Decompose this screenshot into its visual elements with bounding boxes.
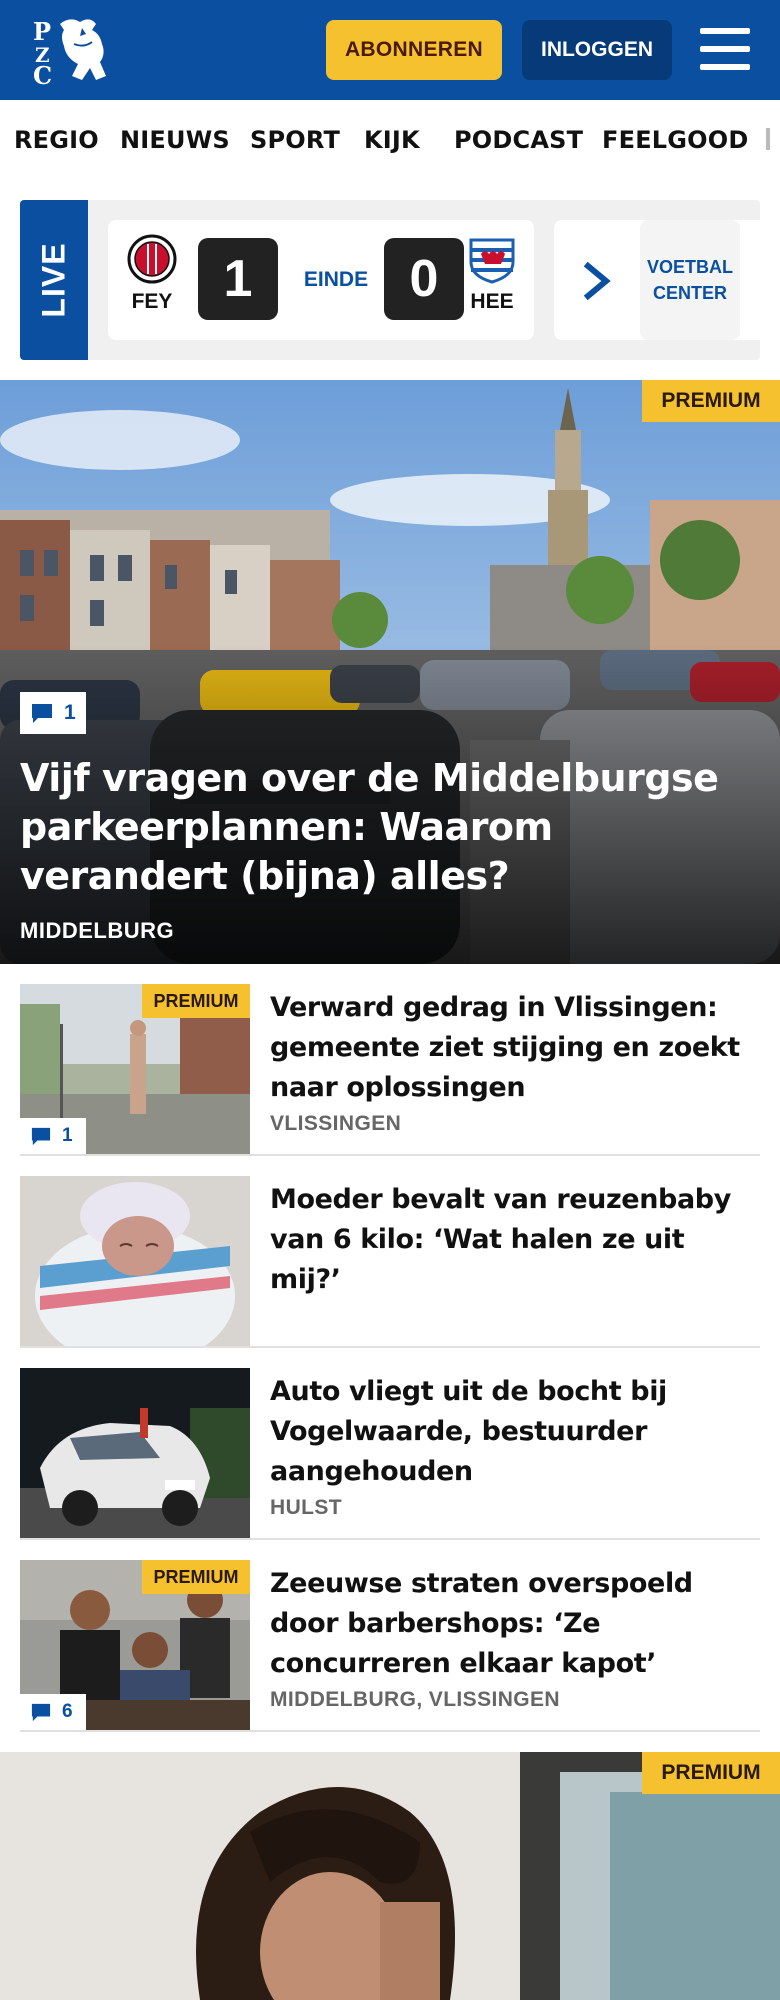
premium-badge: PREMIUM <box>642 1752 780 1794</box>
article-card[interactable]: PREMIUM 1 Verward gedrag in Vlissingen: … <box>20 984 760 1156</box>
article-title[interactable]: Moeder bevalt van reuzenbaby van 6 kilo:… <box>270 1180 760 1300</box>
away-score: 0 <box>384 238 464 320</box>
article-thumbnail <box>20 1368 250 1538</box>
match-status: EINDE <box>303 268 369 291</box>
premium-badge: PREMIUM <box>142 1560 250 1594</box>
hero-title[interactable]: Vijf vragen over de Middelburgse parkeer… <box>20 754 760 901</box>
hero-location: MIDDELBURG <box>20 918 175 943</box>
nav-item-kijk[interactable]: KIJK <box>364 126 420 154</box>
home-team: FEY <box>122 234 182 314</box>
login-button[interactable]: INLOGGEN <box>522 20 672 80</box>
comment-count[interactable]: 6 <box>20 1694 86 1730</box>
away-team-abbr: HEE <box>470 290 514 313</box>
section-nav: REGIO NIEUWS SPORT KIJK PODCAST FEELGOOD <box>0 100 780 182</box>
hamburger-icon[interactable] <box>700 26 752 72</box>
logo-letter-p: P <box>33 17 51 46</box>
pzc-logo[interactable]: P Z C <box>30 14 110 90</box>
live-label: LIVE <box>35 242 72 318</box>
article-card[interactable]: Moeder bevalt van reuzenbaby van 6 kilo:… <box>20 1176 760 1348</box>
heerenveen-crest-icon <box>467 234 517 284</box>
comment-count[interactable]: 1 <box>20 692 86 734</box>
voetbal-center-panel: VOETBAL CENTER <box>554 220 760 340</box>
premium-badge: PREMIUM <box>642 380 780 422</box>
subscribe-button[interactable]: ABONNEREN <box>326 20 502 80</box>
article-location: MIDDELBURG, VLISSINGEN <box>270 1688 560 1711</box>
nav-item-feelgood[interactable]: FEELGOOD <box>602 126 749 154</box>
nav-overflow-hint <box>766 128 770 150</box>
match-card[interactable]: FEY 1 EINDE 0 HEE <box>108 220 534 340</box>
chevron-right-icon[interactable] <box>582 262 614 300</box>
home-score: 1 <box>198 238 278 320</box>
feyenoord-crest-icon <box>127 234 177 284</box>
nav-item-sport[interactable]: SPORT <box>250 126 340 154</box>
home-team-abbr: FEY <box>131 290 173 313</box>
premium-badge: PREMIUM <box>142 984 250 1018</box>
comment-count-value: 1 <box>64 701 76 724</box>
logo-letter-c: C <box>33 61 52 86</box>
comment-count[interactable]: 1 <box>20 1118 86 1154</box>
article-title[interactable]: Auto vliegt uit de bocht bij Vogelwaarde… <box>270 1372 760 1492</box>
hero-article[interactable]: PREMIUM 1 Vijf vragen over de Middelburg… <box>0 380 780 964</box>
comment-icon <box>31 1127 51 1146</box>
live-score-widget: LIVE FEY 1 EINDE 0 HEE VOETBAL CENTER <box>20 200 760 360</box>
nav-item-nieuws[interactable]: NIEUWS <box>120 126 230 154</box>
comment-icon <box>32 704 52 723</box>
comment-count-value: 1 <box>62 1125 73 1146</box>
live-tag: LIVE <box>20 200 88 360</box>
article-card[interactable]: PREMIUM 6 Zeeuwse straten overspoeld doo… <box>20 1560 760 1732</box>
article-title[interactable]: Verward gedrag in Vlissingen: gemeente z… <box>270 988 760 1108</box>
site-header: P Z C ABONNEREN INLOGGEN <box>0 0 780 100</box>
nav-item-regio[interactable]: REGIO <box>14 126 99 154</box>
article-title[interactable]: Zeeuwse straten overspoeld door barbersh… <box>270 1564 760 1684</box>
comment-count-value: 6 <box>62 1701 73 1722</box>
article-thumbnail <box>20 1176 250 1346</box>
article-location: VLISSINGEN <box>270 1112 402 1135</box>
article-location: HULST <box>270 1496 342 1519</box>
nav-item-podcast[interactable]: PODCAST <box>454 126 583 154</box>
article-card[interactable]: Auto vliegt uit de bocht bij Vogelwaarde… <box>20 1368 760 1540</box>
away-team: HEE <box>462 234 522 314</box>
comment-icon <box>31 1703 51 1722</box>
next-hero-article[interactable]: PREMIUM <box>0 1752 780 2000</box>
voetbal-center-button[interactable]: VOETBAL CENTER <box>640 220 740 340</box>
